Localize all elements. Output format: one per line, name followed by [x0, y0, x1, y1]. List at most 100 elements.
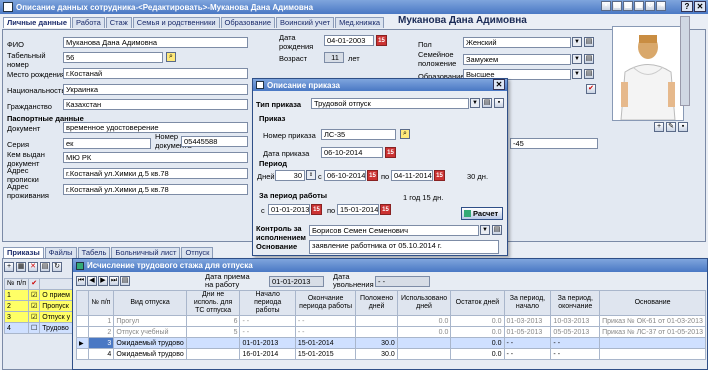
- col-unused: Дни не исполь. для ТС отпуска: [185, 290, 241, 316]
- control-field[interactable]: Борисов Семен Семенович: [309, 225, 479, 236]
- days-field[interactable]: 30: [275, 170, 305, 181]
- table-row[interactable]: 3 ☑ Отпуск у: [4, 311, 74, 323]
- calc-button[interactable]: Расчет: [461, 207, 503, 220]
- to-field[interactable]: 04-11-2014: [391, 170, 433, 181]
- to-calendar-icon[interactable]: 15: [434, 170, 445, 181]
- marital-field[interactable]: Замужем: [463, 54, 571, 65]
- type-field[interactable]: Трудовой отпуск: [311, 98, 469, 109]
- print-order-icon[interactable]: ▤: [40, 262, 50, 272]
- series-field[interactable]: ек: [63, 138, 151, 149]
- prev-record-icon[interactable]: ◀: [87, 276, 97, 286]
- control-dict-icon[interactable]: ▤: [492, 225, 502, 235]
- wp-to-field[interactable]: 15-01-2014: [337, 204, 379, 215]
- dob-field[interactable]: 04-01-2003: [324, 35, 374, 46]
- num-field[interactable]: ЛС-35: [321, 129, 396, 140]
- table-view-icon[interactable]: ▦: [16, 262, 26, 272]
- refresh-icon[interactable]: ↻: [645, 1, 655, 11]
- calendar-icon[interactable]: 15: [376, 35, 387, 46]
- live-field[interactable]: г.Костанай ул.Химки д.5 кв.78: [63, 184, 248, 195]
- wp-from-calendar-icon[interactable]: 15: [311, 204, 322, 215]
- cell-basis: [599, 337, 706, 349]
- right-field[interactable]: -45: [510, 138, 598, 149]
- photo-save-icon[interactable]: ▪: [678, 122, 688, 132]
- export-icon[interactable]: ▥: [623, 1, 633, 11]
- tab-family[interactable]: Семья и родственники: [132, 17, 220, 28]
- delete-order-icon[interactable]: ✕: [28, 262, 38, 272]
- fio-field[interactable]: Муканова Дана Адимовна: [63, 37, 248, 48]
- date-calendar-icon[interactable]: 15: [385, 147, 396, 158]
- photo-scrollbar[interactable]: [680, 16, 690, 106]
- table-row[interactable]: 4 ☐ Трудово: [4, 322, 74, 334]
- table-row[interactable]: 2 ☑ Пропуск: [4, 300, 74, 312]
- tab-files[interactable]: Файлы: [44, 247, 77, 258]
- basis-field[interactable]: заявление работника от 05.10.2014 г.: [309, 240, 499, 254]
- citizen-field[interactable]: Казахстан: [63, 99, 248, 110]
- nation-field[interactable]: Украинка: [63, 84, 248, 95]
- cell-rest: 0.0: [450, 337, 505, 349]
- tab-work[interactable]: Работа: [72, 17, 105, 28]
- cell-pend: - -: [550, 348, 601, 360]
- row-checkbox[interactable]: ☑: [27, 300, 41, 312]
- photo-add-icon[interactable]: +: [654, 122, 664, 132]
- close-button[interactable]: ✕: [694, 1, 706, 12]
- print-icon[interactable]: ▤: [612, 1, 622, 11]
- row-indicator: [76, 315, 89, 327]
- photo-edit-icon[interactable]: ✎: [666, 122, 676, 132]
- birthplace-field[interactable]: г.Костанай: [63, 68, 248, 79]
- last-record-icon[interactable]: ⏭: [109, 276, 119, 286]
- date-field[interactable]: 06-10-2014: [321, 147, 383, 158]
- refresh-order-icon[interactable]: ↻: [52, 262, 62, 272]
- tabnum-field[interactable]: 56: [63, 52, 163, 63]
- num-search-icon[interactable]: ⌕: [400, 129, 410, 139]
- sex-field[interactable]: Женский: [463, 37, 571, 48]
- help-button[interactable]: ?: [681, 1, 693, 12]
- tab-military[interactable]: Воинский учет: [276, 17, 335, 28]
- tab-vacation[interactable]: Отпуск: [181, 247, 214, 258]
- wp-to-calendar-icon[interactable]: 15: [380, 204, 391, 215]
- row-checkbox[interactable]: ☑: [27, 289, 41, 301]
- table-row[interactable]: 2 Отпуск учебный 5 - - - - 0.0 0.0 01-05…: [76, 326, 706, 338]
- table-row[interactable]: ▶ 3 Ожидаемый трудово 01-01-2013 15-01-2…: [76, 337, 706, 349]
- control-dropdown-icon[interactable]: ▼: [480, 225, 490, 235]
- row-checkbox[interactable]: ☐: [27, 322, 41, 334]
- type-save-icon[interactable]: ▪: [494, 98, 504, 108]
- tab-personal[interactable]: Личные данные: [3, 17, 71, 28]
- dialog-close-button[interactable]: ✕: [493, 79, 505, 90]
- col-num: № п/п: [87, 290, 115, 316]
- tab-medbook[interactable]: Мед.книжка: [335, 17, 385, 28]
- marital-dict-icon[interactable]: ▤: [584, 54, 594, 64]
- type-dict-icon[interactable]: ▤: [482, 98, 492, 108]
- edu-dict-icon[interactable]: ▤: [584, 69, 594, 79]
- from-calendar-icon[interactable]: 15: [367, 170, 378, 181]
- table-row[interactable]: 1 Прогул 6 - - - - 0.0 0.0 01-03-2013 10…: [76, 315, 706, 327]
- tab-seniority[interactable]: Стаж: [105, 17, 132, 28]
- marital-dropdown-icon[interactable]: ▼: [572, 54, 582, 64]
- sex-dropdown-icon[interactable]: ▼: [572, 37, 582, 47]
- add-order-icon[interactable]: +: [4, 262, 14, 272]
- tab-education[interactable]: Образование: [220, 17, 276, 28]
- table-row[interactable]: 4 Ожидаемый трудово 16-01-2014 15-01-201…: [76, 348, 706, 360]
- exit-icon[interactable]: ⇥: [656, 1, 666, 11]
- tab-timesheet[interactable]: Табель: [77, 247, 111, 258]
- print-icon[interactable]: ▤: [120, 276, 130, 286]
- tab-sickleave[interactable]: Больничный лист: [111, 247, 181, 258]
- tab-orders[interactable]: Приказы: [3, 247, 44, 258]
- edu-dropdown-icon[interactable]: ▼: [572, 69, 582, 79]
- from-field[interactable]: 06-10-2014: [324, 170, 366, 181]
- reg-field[interactable]: г.Костанай ул.Химки д.5 кв.78: [63, 168, 248, 179]
- search-icon[interactable]: ⌕: [166, 52, 176, 62]
- save-icon[interactable]: ▪: [601, 1, 611, 11]
- table-row[interactable]: 1 ☑ О прием: [4, 289, 74, 301]
- first-record-icon[interactable]: ⏮: [76, 276, 86, 286]
- type-dropdown-icon[interactable]: ▼: [470, 98, 480, 108]
- wp-from-field[interactable]: 01-01-2013: [268, 204, 310, 215]
- days-spinner[interactable]: ⇕: [306, 170, 316, 180]
- next-record-icon[interactable]: ▶: [98, 276, 108, 286]
- fio-label: ФИО: [7, 40, 24, 49]
- row-checkbox[interactable]: ☑: [27, 311, 41, 323]
- table-icon[interactable]: ▦: [634, 1, 644, 11]
- issuer-field[interactable]: МЮ РК: [63, 152, 248, 163]
- docnum-field[interactable]: 05445588: [181, 136, 248, 147]
- sex-dict-icon[interactable]: ▤: [584, 37, 594, 47]
- check-icon[interactable]: ✔: [586, 84, 596, 94]
